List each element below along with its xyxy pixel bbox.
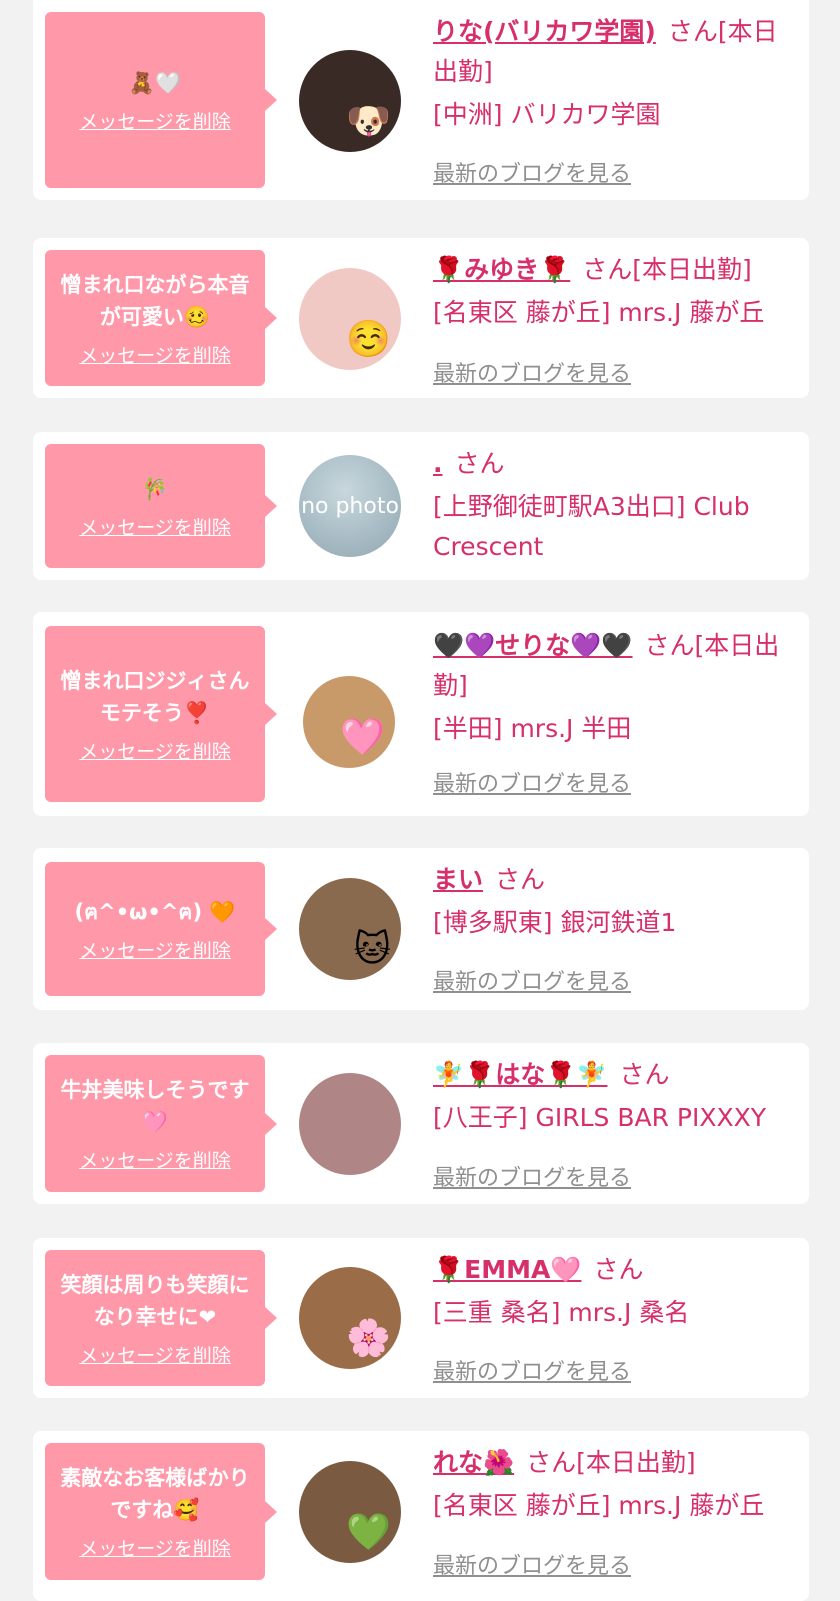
avatar[interactable]: 🐶 xyxy=(299,50,401,152)
name-link[interactable]: りな(バリカワ学園) xyxy=(433,17,656,46)
entry-info: まい さん [博多駅東] 銀河鉄道1 xyxy=(433,860,795,943)
shop-text: [博多駅東] 銀河鉄道1 xyxy=(433,908,677,937)
message-text: 🎋 xyxy=(141,476,169,501)
avatar-emoji: 🐱 xyxy=(353,929,391,970)
shop-text: [上野御徒町駅A3出口] Club Crescent xyxy=(433,492,750,561)
message-bubble: 憎まれ口ジジィさんモテそう❣️ メッセージを削除 xyxy=(45,626,277,802)
message-bubble: 笑顔は周りも笑顔になり幸せに❤ メッセージを削除 xyxy=(45,1250,277,1386)
shop-text: [三重 桑名] mrs.J 桑名 xyxy=(433,1298,690,1327)
message-text: 笑顔は周りも笑顔になり幸せに❤ xyxy=(60,1272,250,1329)
list-item: 笑顔は周りも笑顔になり幸せに❤ メッセージを削除 🌸 🌹EMMA🩷 さん [三重 … xyxy=(33,1238,809,1398)
avatar[interactable]: 💚 xyxy=(299,1461,401,1563)
name-link[interactable]: 🌹EMMA🩷 xyxy=(433,1255,581,1284)
avatar[interactable]: 🩷 xyxy=(303,676,395,768)
name-suffix: さん xyxy=(619,1060,670,1089)
delete-message-link[interactable]: メッセージを削除 xyxy=(79,1341,231,1368)
latest-blog-link[interactable]: 最新のブログを見る xyxy=(433,1354,631,1386)
latest-blog-link[interactable]: 最新のブログを見る xyxy=(433,766,631,798)
delete-message-link[interactable]: メッセージを削除 xyxy=(79,513,231,540)
name-suffix: さん xyxy=(495,865,546,894)
message-text: 素敵なお客様ばかりですね🥰 xyxy=(60,1466,250,1522)
message-bubble: 憎まれ口ながら本音が可愛い🥴 メッセージを削除 xyxy=(45,250,277,386)
avatar[interactable]: 🐱 xyxy=(299,878,401,980)
name-suffix: さん[本日出勤] xyxy=(582,255,752,284)
message-text: 憎まれ口ながら本音が可愛い🥴 xyxy=(60,272,250,329)
avatar-emoji: 🐶 xyxy=(346,101,391,142)
entry-info: りな(バリカワ学園) さん[本日出勤] [中洲] バリカワ学園 xyxy=(433,12,795,135)
delete-message-link[interactable]: メッセージを削除 xyxy=(79,737,231,764)
message-text: 牛丼美味しそうです🩷 xyxy=(60,1078,250,1134)
name-link[interactable]: 🖤💜せりな💜🖤 xyxy=(433,631,633,660)
name-suffix: さん xyxy=(454,449,505,478)
name-link[interactable]: れな🌺 xyxy=(433,1448,514,1477)
shop-text: [半田] mrs.J 半田 xyxy=(433,714,632,743)
no-photo-placeholder: no photo xyxy=(299,455,401,557)
latest-blog-link[interactable]: 最新のブログを見る xyxy=(433,964,631,996)
entry-info: 🧚🌹はな🌹🧚 さん [八王子] GIRLS BAR PIXXXY xyxy=(433,1055,795,1138)
avatar-emoji: 🌸 xyxy=(346,1318,391,1359)
list-item: 素敵なお客様ばかりですね🥰 メッセージを削除 💚 れな🌺 さん[本日出勤] [名東… xyxy=(33,1431,809,1601)
avatar[interactable]: 🌸 xyxy=(299,1267,401,1369)
name-suffix: さん[本日出勤] xyxy=(526,1448,696,1477)
shop-text: [中洲] バリカワ学園 xyxy=(433,100,661,129)
shop-text: [名東区 藤が丘] mrs.J 藤が丘 xyxy=(433,298,765,327)
message-bubble: 牛丼美味しそうです🩷 メッセージを削除 xyxy=(45,1055,277,1192)
list-item: (ฅ^•ω•^ฅ) 🧡 メッセージを削除 🐱 まい さん [博多駅東] 銀河鉄道1… xyxy=(33,848,809,1010)
name-link[interactable]: . xyxy=(433,449,443,478)
entry-info: れな🌺 さん[本日出勤] [名東区 藤が丘] mrs.J 藤が丘 xyxy=(433,1443,795,1526)
name-link[interactable]: 🌹みゆき🌹 xyxy=(433,255,570,284)
avatar[interactable]: no photo xyxy=(299,455,401,557)
latest-blog-link[interactable]: 最新のブログを見る xyxy=(433,1160,631,1192)
message-bubble: 素敵なお客様ばかりですね🥰 メッセージを削除 xyxy=(45,1443,277,1580)
latest-blog-link[interactable]: 最新のブログを見る xyxy=(433,156,631,188)
avatar-emoji: 💚 xyxy=(346,1512,391,1553)
delete-message-link[interactable]: メッセージを削除 xyxy=(79,341,231,368)
entry-info: 🌹みゆき🌹 さん[本日出勤] [名東区 藤が丘] mrs.J 藤が丘 xyxy=(433,250,795,333)
shop-text: [名東区 藤が丘] mrs.J 藤が丘 xyxy=(433,1491,765,1520)
entry-info: 🖤💜せりな💜🖤 さん[本日出勤] [半田] mrs.J 半田 xyxy=(433,626,795,749)
favorite-list: 🧸🤍 メッセージを削除 🐶 りな(バリカワ学園) さん[本日出勤] [中洲] バリ… xyxy=(0,0,840,1601)
list-item: 🧸🤍 メッセージを削除 🐶 りな(バリカワ学園) さん[本日出勤] [中洲] バリ… xyxy=(33,0,809,200)
list-item: 憎まれ口ながら本音が可愛い🥴 メッセージを削除 ☺️ 🌹みゆき🌹 さん[本日出勤]… xyxy=(33,238,809,398)
entry-info: 🌹EMMA🩷 さん [三重 桑名] mrs.J 桑名 xyxy=(433,1250,795,1333)
delete-message-link[interactable]: メッセージを削除 xyxy=(79,1534,231,1561)
delete-message-link[interactable]: メッセージを削除 xyxy=(79,936,231,963)
message-text: 憎まれ口ジジィさんモテそう❣️ xyxy=(60,668,250,725)
message-bubble: (ฅ^•ω•^ฅ) 🧡 メッセージを削除 xyxy=(45,862,277,996)
list-item: 牛丼美味しそうです🩷 メッセージを削除 🧚🌹はな🌹🧚 さん [八王子] GIRLS… xyxy=(33,1043,809,1204)
name-suffix: さん xyxy=(593,1255,644,1284)
shop-text: [八王子] GIRLS BAR PIXXXY xyxy=(433,1103,766,1132)
name-link[interactable]: まい xyxy=(433,865,483,894)
message-bubble: 🎋 メッセージを削除 xyxy=(45,444,277,568)
entry-info: . さん [上野御徒町駅A3出口] Club Crescent xyxy=(433,444,795,567)
list-item: 憎まれ口ジジィさんモテそう❣️ メッセージを削除 🩷 🖤💜せりな💜🖤 さん[本日出… xyxy=(33,612,809,816)
delete-message-link[interactable]: メッセージを削除 xyxy=(79,107,231,134)
latest-blog-link[interactable]: 最新のブログを見る xyxy=(433,1548,631,1580)
latest-blog-link[interactable]: 最新のブログを見る xyxy=(433,356,631,388)
name-link[interactable]: 🧚🌹はな🌹🧚 xyxy=(433,1060,608,1089)
avatar-emoji: 🩷 xyxy=(340,717,385,758)
message-text: (ฅ^•ω•^ฅ) 🧡 xyxy=(74,899,236,924)
message-text: 🧸🤍 xyxy=(128,70,182,95)
message-bubble: 🧸🤍 メッセージを削除 xyxy=(45,12,277,188)
avatar[interactable]: ☺️ xyxy=(299,268,401,370)
list-item: 🎋 メッセージを削除 no photo . さん [上野御徒町駅A3出口] Clu… xyxy=(33,432,809,580)
avatar-emoji: ☺️ xyxy=(346,319,391,360)
delete-message-link[interactable]: メッセージを削除 xyxy=(79,1146,231,1173)
avatar[interactable] xyxy=(299,1073,401,1175)
